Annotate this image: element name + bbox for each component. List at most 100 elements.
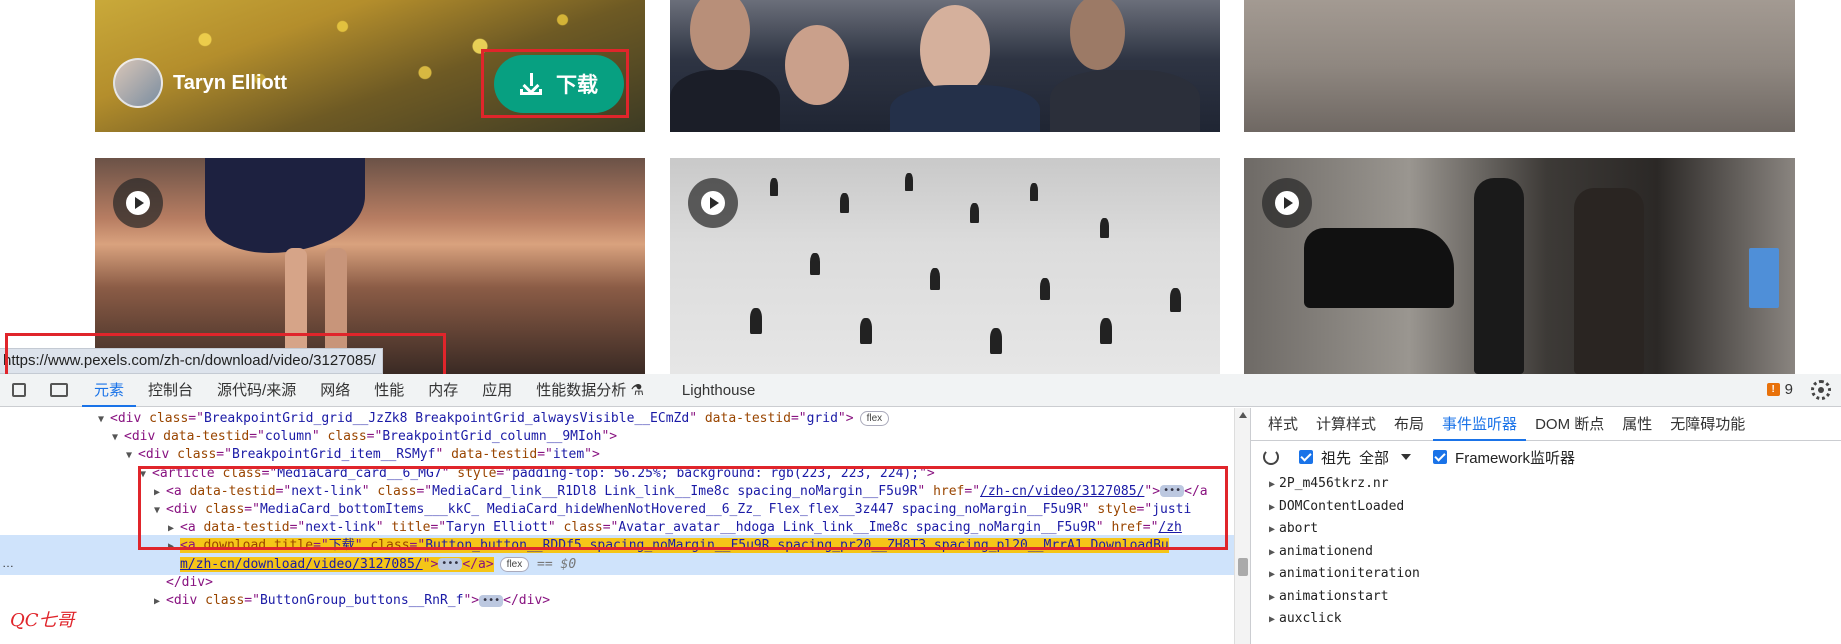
framework-label: Framework监听器 — [1455, 449, 1576, 467]
side-tab-properties[interactable]: 属性 — [1613, 408, 1661, 441]
dom-token-link[interactable]: m/zh-cn/download/video/3127085/ — [180, 557, 423, 572]
tab-sources[interactable]: 源代码/来源 — [205, 374, 308, 407]
more-actions-dots[interactable]: … — [2, 556, 14, 570]
tab-performance-insights[interactable]: 性能数据分析 ⚗ — [524, 374, 656, 407]
video-card-pavement[interactable] — [1244, 0, 1795, 132]
dom-token-tag: " — [917, 483, 934, 499]
tab-application[interactable]: 应用 — [470, 374, 524, 407]
crowd-faces — [670, 0, 1220, 132]
dom-token-link[interactable]: /zh-cn/video/3127085/ — [980, 484, 1144, 499]
side-tab-event-listeners[interactable]: 事件监听器 — [1433, 408, 1527, 441]
event-listener-item[interactable]: ▶ animationstart — [1269, 586, 1841, 609]
elements-scrollbar[interactable] — [1234, 408, 1250, 644]
play-button[interactable] — [688, 178, 738, 228]
dom-token-val: ButtonGroup_buttons__RnR_f — [259, 593, 464, 608]
dom-token-tag: =" — [790, 411, 807, 426]
dom-token-tag: =" — [416, 483, 433, 499]
dom-token-tag: " — [1081, 502, 1098, 517]
dom-token-tag: =" — [366, 429, 383, 445]
dom-token-tag: =" — [216, 447, 232, 463]
tab-memory[interactable]: 内存 — [416, 374, 470, 407]
expand-triangle-closed-icon[interactable]: ▶ — [1269, 519, 1279, 542]
video-card-crowd[interactable] — [670, 0, 1220, 132]
collapsed-children-button[interactable]: ••• — [479, 594, 504, 607]
refresh-icon[interactable] — [1263, 449, 1279, 465]
scroll-up-icon[interactable] — [1239, 412, 1247, 418]
video-card-street[interactable] — [1244, 158, 1795, 374]
event-name: animationiteration — [1279, 566, 1420, 581]
event-listener-item[interactable]: ▶ 2P_m456tkrz.nr — [1269, 473, 1841, 496]
dom-token-tag: " — [375, 520, 392, 536]
dom-token-attr: class — [149, 411, 189, 426]
collapsed-children-button[interactable]: ••• — [438, 558, 463, 571]
dom-token-tag: <div — [124, 429, 164, 445]
event-list: ▶ 2P_m456tkrz.nr ▶ DOMContentLoaded ▶ abort ▶ a… — [1251, 473, 1841, 631]
inspect-icon[interactable] — [12, 383, 26, 397]
ancestors-checkbox[interactable] — [1299, 450, 1313, 464]
flex-badge[interactable]: flex — [499, 556, 530, 572]
download-icon — [520, 73, 542, 95]
expand-triangle-closed-icon[interactable]: ▶ — [1269, 564, 1279, 587]
collapsed-children-button[interactable]: ••• — [1160, 485, 1185, 498]
dom-token-tag: " — [435, 447, 452, 463]
dom-token-attr: data-testid — [203, 520, 290, 536]
selected-node-marker: == $0 — [529, 556, 577, 572]
side-tab-accessibility[interactable]: 无障碍功能 — [1661, 408, 1754, 441]
street-scene — [1244, 158, 1795, 374]
dom-token-attr: data-testid — [451, 447, 538, 463]
listener-toolbar: 祖先 全部 Framework监听器 — [1251, 441, 1841, 473]
dom-token-val: Button_button__RDDf5 spacing_noMargin__F… — [425, 538, 1169, 554]
event-listener-item[interactable]: ▶ DOMContentLoaded — [1269, 496, 1841, 519]
author-link[interactable]: Taryn Elliott — [113, 58, 287, 108]
elements-tree[interactable]: ▼ <div class="BreakpointGrid_grid__JzZk8 … — [0, 408, 1234, 644]
expand-triangle-closed-icon[interactable]: ▶ — [1269, 474, 1279, 497]
dom-token-attr: class — [177, 447, 217, 463]
dom-token-attr: title — [273, 538, 314, 554]
event-listener-item[interactable]: ▶ abort — [1269, 518, 1841, 541]
gear-icon[interactable] — [1811, 380, 1831, 400]
dom-node-line[interactable]: ▶ <div class="ButtonGroup_buttons__RnR_f"… — [0, 590, 1234, 612]
dom-token-val: justi — [1152, 502, 1192, 517]
dom-token-val: grid — [806, 411, 838, 426]
expand-triangle-closed-icon[interactable]: ▶ — [1269, 609, 1279, 632]
caret-down-icon[interactable] — [1401, 454, 1412, 460]
event-listener-item[interactable]: ▶ auxclick — [1269, 608, 1841, 631]
video-card-plaza[interactable] — [670, 158, 1220, 374]
play-button[interactable] — [1262, 178, 1312, 228]
download-label: 下载 — [556, 74, 598, 97]
dom-token-tag: " — [1095, 520, 1112, 536]
dom-token-tag: </a — [1184, 483, 1208, 499]
expand-triangle-closed-icon[interactable]: ▶ — [1269, 542, 1279, 565]
play-button[interactable] — [113, 178, 163, 228]
framework-checkbox[interactable] — [1433, 450, 1448, 464]
flex-badge[interactable]: flex — [859, 411, 890, 426]
dom-token-link[interactable]: /zh — [1158, 520, 1181, 535]
tab-console[interactable]: 控制台 — [136, 374, 205, 407]
download-button[interactable]: 下载 — [494, 55, 624, 113]
event-listener-item[interactable]: ▶ animationend — [1269, 541, 1841, 564]
dom-token-val: Avatar_avatar__hdoga Link_link__Ime8c sp… — [618, 520, 1096, 536]
expand-triangle-closed-icon[interactable]: ▶ — [1269, 497, 1279, 520]
expand-triangle-closed-icon[interactable]: ▶ — [1269, 587, 1279, 610]
tab-performance[interactable]: 性能 — [362, 374, 416, 407]
event-listener-item[interactable]: ▶ animationiteration — [1269, 563, 1841, 586]
tab-lighthouse[interactable]: Lighthouse — [670, 374, 767, 407]
side-tab-computed[interactable]: 计算样式 — [1307, 408, 1385, 441]
dom-token-attr: href — [1111, 520, 1143, 536]
video-card-beach[interactable] — [95, 158, 645, 374]
tab-elements[interactable]: 元素 — [82, 374, 137, 407]
issues-counter[interactable]: ! 9 — [1766, 381, 1793, 398]
dom-token-tag: " — [547, 520, 564, 536]
dom-node-text: <a download title="下载" class="Button_but… — [180, 538, 1169, 554]
device-toolbar-icon[interactable] — [50, 383, 68, 397]
filter-select[interactable]: 全部 — [1359, 447, 1389, 468]
side-tab-styles[interactable]: 样式 — [1259, 408, 1307, 441]
scrollbar-thumb[interactable] — [1238, 558, 1248, 576]
expand-triangle-closed-icon[interactable]: ▶ — [154, 591, 166, 613]
tab-network[interactable]: 网络 — [308, 374, 362, 407]
devtools-toolbar: 元素 控制台 源代码/来源 网络 性能 内存 应用 性能数据分析 ⚗ Light… — [0, 374, 1841, 407]
issues-icon: ! — [1766, 383, 1780, 396]
side-tab-layout[interactable]: 布局 — [1385, 408, 1433, 441]
side-tab-dom-breakpoints[interactable]: DOM 断点 — [1526, 408, 1613, 441]
dom-token-tag: =" — [1136, 502, 1153, 517]
